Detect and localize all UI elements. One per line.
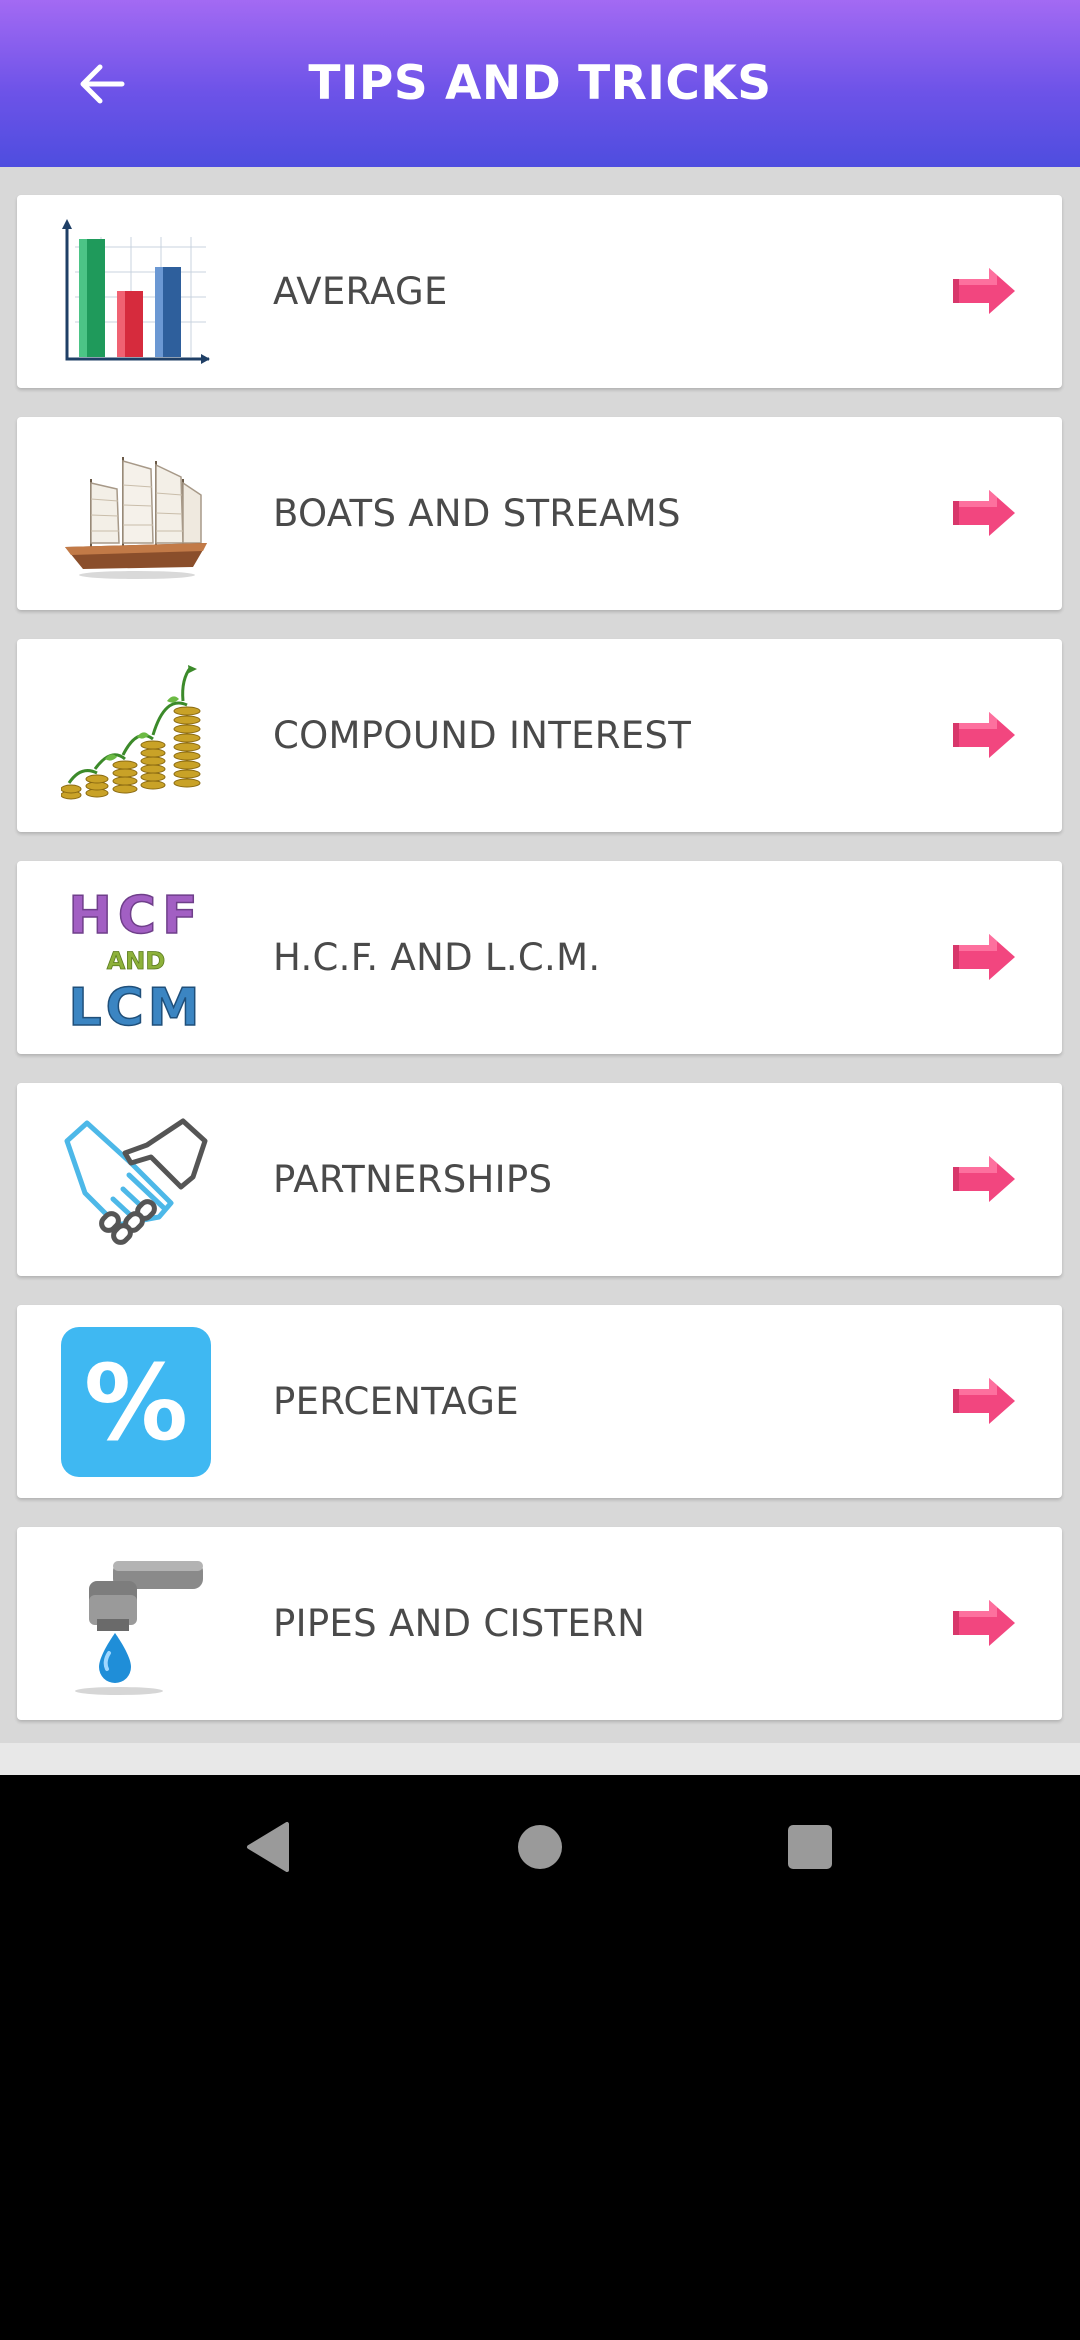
- water-tap-icon: [75, 1561, 203, 1695]
- nav-recents-icon: [788, 1825, 832, 1869]
- hcf-text: HCF: [68, 886, 203, 946]
- arrow-right-icon: [953, 712, 1015, 758]
- topic-label: AVERAGE: [273, 270, 448, 313]
- topic-item-compound-interest[interactable]: COMPOUND INTEREST: [17, 639, 1062, 832]
- sailboat-icon: [65, 457, 207, 579]
- and-text: AND: [107, 947, 166, 975]
- topic-label: COMPOUND INTEREST: [273, 714, 692, 757]
- nav-home-button[interactable]: [490, 1797, 590, 1897]
- arrow-right-icon: [953, 1156, 1015, 1202]
- bar-chart-icon: [62, 219, 210, 364]
- arrow-right-icon: [953, 268, 1015, 314]
- topic-item-boats-and-streams[interactable]: BOATS AND STREAMS: [17, 417, 1062, 610]
- handshake-icon: [64, 1118, 208, 1245]
- arrow-right-icon: [953, 934, 1015, 980]
- topic-item-partnerships[interactable]: PARTNERSHIPS: [17, 1083, 1062, 1276]
- coin-stacks-icon: [61, 665, 201, 800]
- lcm-text: LCM: [68, 978, 203, 1033]
- topic-item-pipes-and-cistern[interactable]: PIPES AND CISTERN: [17, 1527, 1062, 1720]
- topic-label: PIPES AND CISTERN: [273, 1602, 646, 1645]
- topic-item-percentage[interactable]: % PERCENTAGE: [17, 1305, 1062, 1498]
- topic-item-hcf-and-lcm[interactable]: HCF AND LCM H.C.F. AND L.C.M.: [17, 861, 1062, 1054]
- nav-back-icon: [247, 1822, 289, 1872]
- content-bottom-strip: [0, 1743, 1080, 1775]
- percent-icon: %: [61, 1327, 211, 1477]
- hcf-lcm-icon: HCF AND LCM: [68, 885, 203, 1033]
- nav-recents-button[interactable]: [760, 1797, 860, 1897]
- arrow-left-icon: [80, 64, 125, 104]
- page-title: TIPS AND TRICKS: [308, 56, 772, 111]
- topic-item-average[interactable]: AVERAGE: [17, 195, 1062, 388]
- nav-back-button[interactable]: [218, 1797, 318, 1897]
- back-button[interactable]: [62, 44, 142, 124]
- arrow-right-icon: [953, 490, 1015, 536]
- topic-label: PARTNERSHIPS: [273, 1158, 553, 1201]
- percent-symbol: %: [84, 1342, 188, 1464]
- system-navigation-bar: [0, 1775, 1080, 1920]
- topic-label: H.C.F. AND L.C.M.: [273, 936, 601, 979]
- topic-label: PERCENTAGE: [273, 1380, 519, 1423]
- nav-home-icon: [518, 1825, 562, 1869]
- topic-list: AVERAGE BOATS AND STREAMS COMPOUND INTER…: [0, 167, 1080, 1743]
- topic-label: BOATS AND STREAMS: [273, 492, 681, 535]
- arrow-right-icon: [953, 1378, 1015, 1424]
- app-bar: TIPS AND TRICKS: [0, 0, 1080, 167]
- arrow-right-icon: [953, 1600, 1015, 1646]
